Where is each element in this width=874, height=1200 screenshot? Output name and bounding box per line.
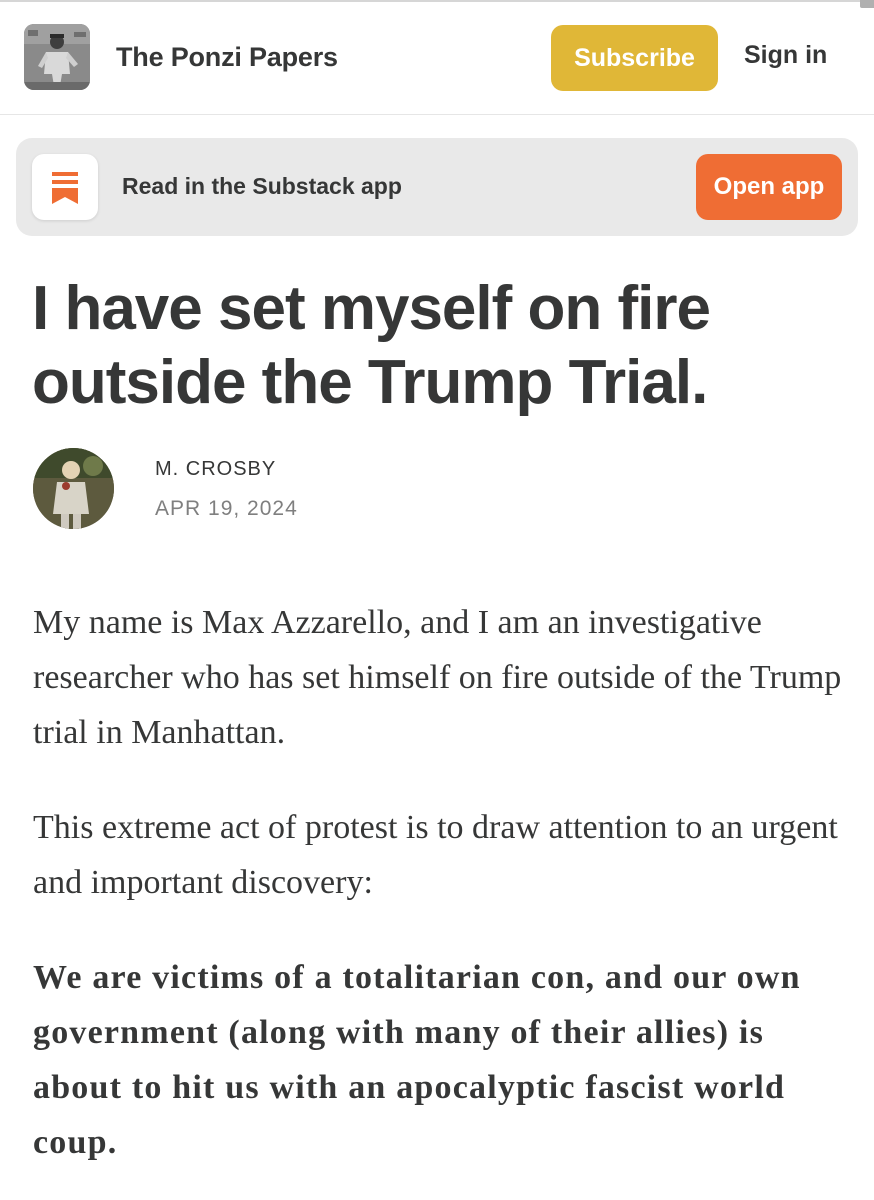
body-paragraph-2: This extreme act of protest is to draw a…	[33, 809, 838, 901]
body-paragraph-1: My name is Max Azzarello, and I am an in…	[33, 604, 842, 751]
app-banner: Read in the Substack app Open app	[16, 138, 858, 236]
body-paragraph-3-bold: We are victims of a totalitarian con, an…	[33, 959, 801, 1161]
post-title: I have set myself on fire outside the Tr…	[32, 274, 711, 417]
publication-logo-image	[24, 24, 90, 90]
author-avatar[interactable]	[33, 448, 114, 529]
site-header: The Ponzi Papers Subscribe Sign in	[0, 2, 874, 115]
publication-name[interactable]: The Ponzi Papers	[116, 42, 338, 73]
substack-logo-icon	[32, 154, 98, 220]
post-date: APR 19, 2024	[155, 497, 298, 520]
app-banner-text: Read in the Substack app	[122, 173, 402, 199]
open-app-button[interactable]: Open app	[696, 154, 842, 220]
sign-in-link[interactable]: Sign in	[744, 41, 827, 70]
subscribe-button[interactable]: Subscribe	[551, 25, 718, 91]
author-name[interactable]: M. CROSBY	[155, 458, 276, 481]
publication-logo[interactable]	[24, 24, 90, 90]
